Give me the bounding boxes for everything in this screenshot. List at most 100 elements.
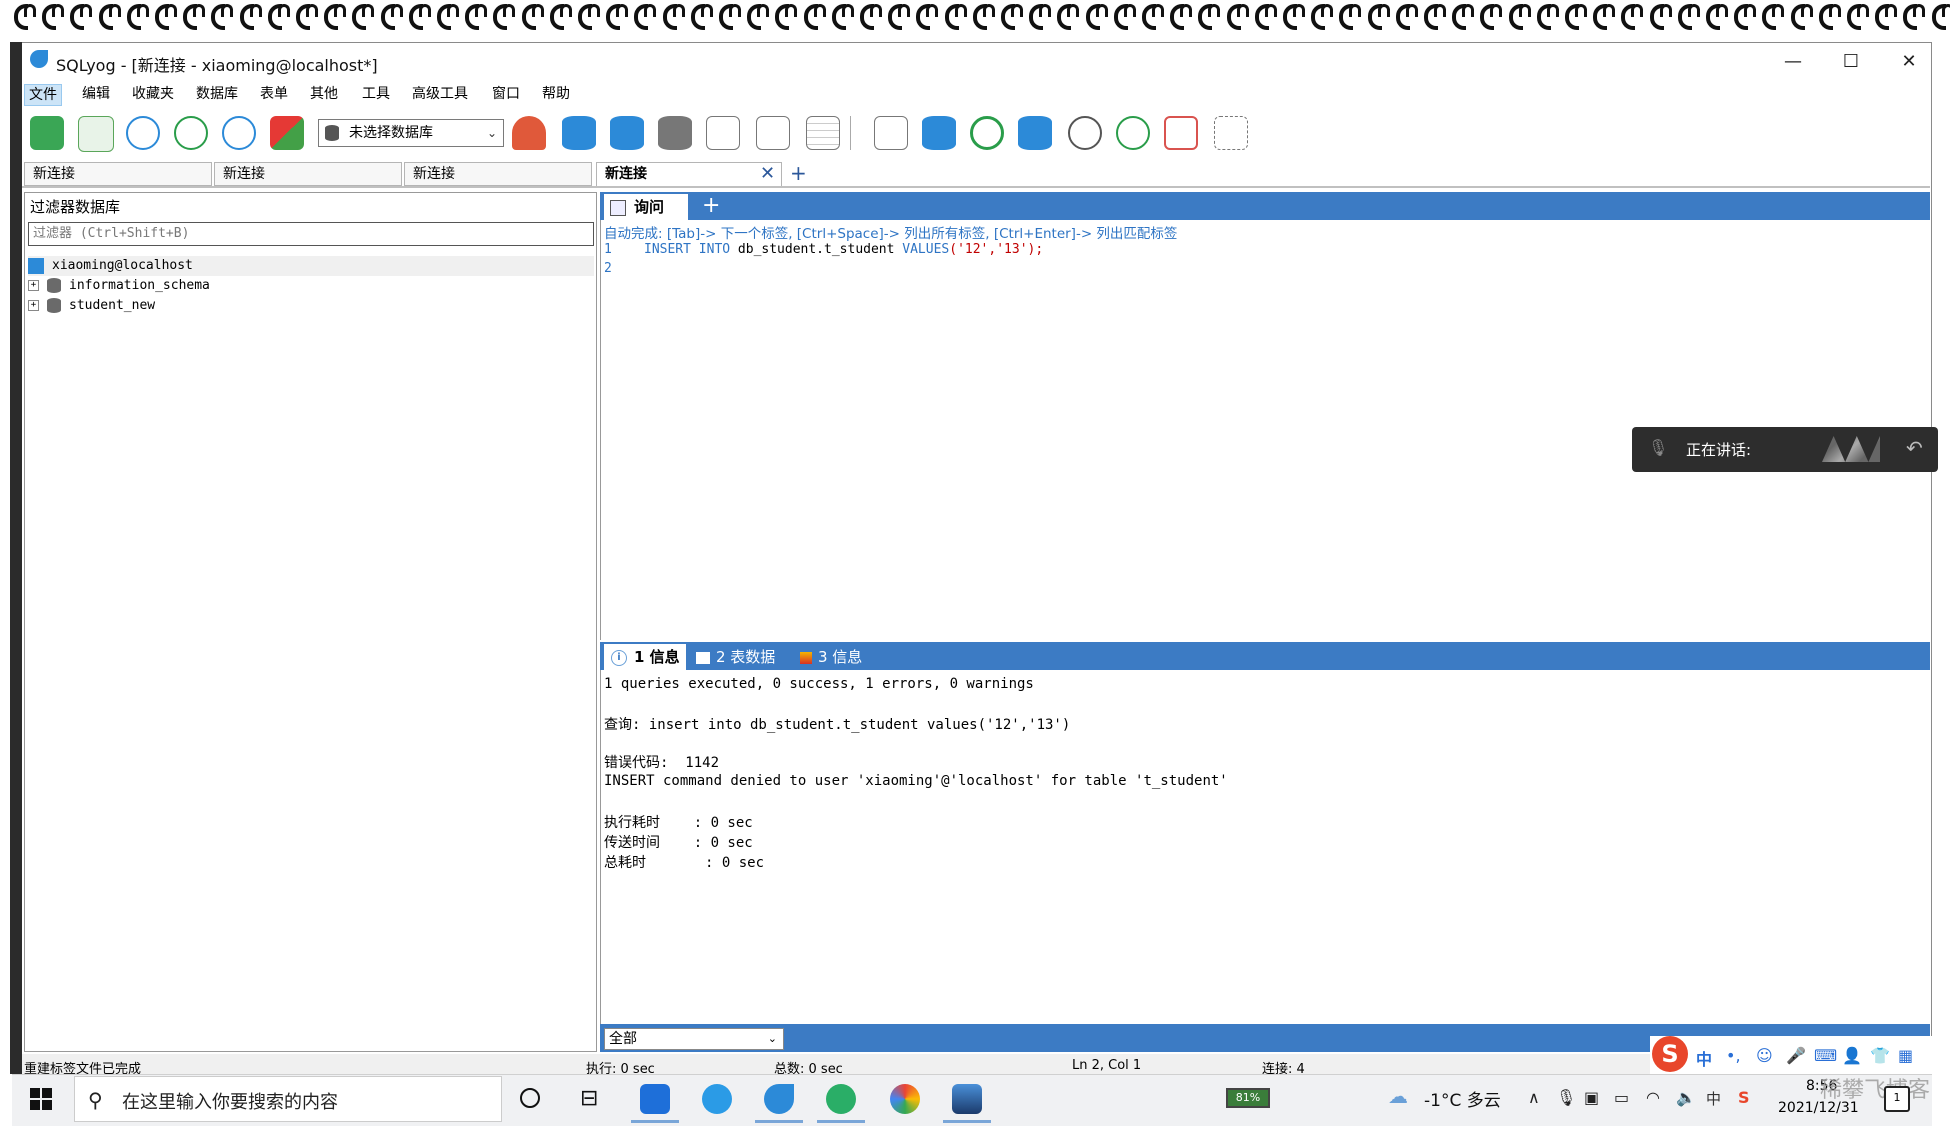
result-error-code: 错误代码: 1142 xyxy=(604,755,720,771)
tab-messages[interactable]: i1 信息 xyxy=(604,644,686,670)
refresh-icon[interactable] xyxy=(970,116,1004,150)
weather-text[interactable]: -1°C 多云 xyxy=(1424,1086,1501,1111)
maximize-button[interactable]: ☐ xyxy=(1828,48,1874,76)
execute-query-icon[interactable] xyxy=(126,116,160,150)
spiral-ring xyxy=(1706,4,1728,30)
menu-tools[interactable]: 工具 xyxy=(358,84,394,104)
menu-database[interactable]: 数据库 xyxy=(192,84,242,104)
close-window-button[interactable]: ✕ xyxy=(1886,48,1932,76)
connection-tab-3[interactable]: 新连接 xyxy=(404,162,592,186)
spiral-ring xyxy=(155,4,177,30)
user-icon[interactable]: 👤 xyxy=(1842,1046,1862,1065)
autocomplete-hint: 自动完成: [Tab]-> 下一个标签, [Ctrl+Space]-> 列出所有… xyxy=(604,226,1178,242)
battery-widget[interactable]: 81% xyxy=(1226,1088,1270,1108)
spiral-ring xyxy=(944,4,967,30)
cortana-icon[interactable] xyxy=(520,1088,540,1108)
task-view-icon[interactable]: ⊟ xyxy=(580,1086,598,1111)
spiral-ring xyxy=(42,4,65,30)
data-migration-icon[interactable] xyxy=(1214,116,1248,150)
tab-table-data[interactable]: 2 表数据 xyxy=(696,646,775,667)
close-tab-icon[interactable]: ✕ xyxy=(760,163,775,184)
result-total-time: 总耗时 : 0 sec xyxy=(604,855,765,871)
table-data-icon[interactable] xyxy=(756,116,790,150)
voice-input-icon[interactable]: 🎤 xyxy=(1786,1046,1806,1065)
back-arrow-icon[interactable]: ↶ xyxy=(1906,436,1923,460)
code-line-1[interactable]: 1 INSERT INTO db_student.t_student VALUES… xyxy=(604,242,1043,257)
toolbox-icon[interactable]: ▦ xyxy=(1898,1046,1913,1065)
filter-input[interactable]: 过滤器 (Ctrl+Shift+B) xyxy=(28,222,594,246)
display-icon[interactable]: ▣ xyxy=(1584,1088,1599,1107)
tree-item-information-schema[interactable]: + information_schema xyxy=(28,276,210,296)
connection-tab-1[interactable]: 新连接 xyxy=(24,162,212,186)
tree-item-student-new[interactable]: + student_new xyxy=(28,296,155,316)
new-query-icon[interactable] xyxy=(78,116,114,152)
import-database-icon[interactable] xyxy=(610,116,644,150)
sogou-tray-icon[interactable]: S xyxy=(1738,1088,1750,1107)
notification-center-icon[interactable]: 1 xyxy=(1884,1086,1910,1112)
expand-icon[interactable]: + xyxy=(28,280,39,291)
chevron-up-icon[interactable]: ∧ xyxy=(1528,1088,1540,1107)
minimize-button[interactable]: — xyxy=(1770,48,1816,76)
user-manager-icon[interactable] xyxy=(512,116,546,150)
menu-other[interactable]: 其他 xyxy=(306,84,342,104)
execute-all-icon[interactable] xyxy=(174,116,208,150)
menu-edit[interactable]: 编辑 xyxy=(78,84,114,104)
wechat-icon[interactable] xyxy=(826,1084,856,1114)
sqlyog-app-icon[interactable] xyxy=(764,1084,794,1114)
scheduled-job-icon[interactable] xyxy=(1068,116,1102,150)
notification-service-icon[interactable] xyxy=(1116,116,1150,150)
spiral-ring xyxy=(1734,4,1757,30)
chrome-browser-icon[interactable] xyxy=(890,1084,920,1114)
punctuation-icon[interactable]: •, xyxy=(1726,1046,1741,1065)
emoji-icon[interactable]: ☺ xyxy=(1756,1046,1773,1065)
connection-tab-active[interactable]: 新连接 xyxy=(596,162,782,186)
code-line-2[interactable]: 2 xyxy=(604,261,644,276)
menu-table[interactable]: 表单 xyxy=(256,84,292,104)
tab-query[interactable]: 询问 xyxy=(604,194,688,220)
schema-designer-icon[interactable] xyxy=(1164,116,1198,150)
add-tab-icon[interactable]: + xyxy=(790,161,807,185)
execute-edit-icon[interactable] xyxy=(222,116,256,150)
connection-tab-2[interactable]: 新连接 xyxy=(214,162,402,186)
sync-database-icon[interactable] xyxy=(922,116,956,150)
database-select[interactable]: 未选择数据库 ⌄ xyxy=(318,119,504,147)
tree-item-server[interactable]: xiaoming@localhost xyxy=(28,256,594,276)
menu-file[interactable]: 文件 xyxy=(24,84,62,106)
result-filter-select[interactable]: 全部 ⌄ xyxy=(604,1028,784,1050)
status-cursor-position: Ln 2, Col 1 xyxy=(1072,1058,1142,1073)
backup-database-icon[interactable] xyxy=(658,116,692,150)
query-builder-icon[interactable] xyxy=(874,116,908,150)
edge-browser-icon[interactable] xyxy=(702,1084,732,1114)
add-query-tab-button[interactable]: + xyxy=(702,193,720,218)
expand-icon[interactable]: + xyxy=(28,300,39,311)
stop-query-icon[interactable] xyxy=(270,116,304,150)
active-app-indicator xyxy=(631,1120,679,1123)
ime-language-toggle[interactable]: 中 xyxy=(1696,1046,1712,1070)
create-database-icon[interactable] xyxy=(562,116,596,150)
schema-sync-icon[interactable] xyxy=(1018,116,1052,150)
battery-icon[interactable]: ▭ xyxy=(1614,1088,1629,1107)
windows-start-icon[interactable] xyxy=(30,1088,52,1110)
spiral-ring xyxy=(1649,4,1672,30)
wifi-icon[interactable]: ◠ xyxy=(1646,1088,1660,1107)
table-structure-icon[interactable] xyxy=(706,116,740,150)
menu-help[interactable]: 帮助 xyxy=(538,84,574,104)
skin-icon[interactable]: 👕 xyxy=(1870,1046,1890,1065)
photos-app-icon[interactable] xyxy=(952,1084,982,1114)
tab-info[interactable]: 3 信息 xyxy=(800,646,862,667)
menu-advanced-tools[interactable]: 高级工具 xyxy=(408,84,472,104)
whiteboard-app-icon[interactable] xyxy=(640,1084,670,1114)
microphone-icon[interactable]: 🎙 xyxy=(1556,1088,1576,1107)
object-browser xyxy=(24,192,597,1052)
muted-mic-icon[interactable]: 🎙 xyxy=(1648,438,1668,460)
menu-window[interactable]: 窗口 xyxy=(488,84,524,104)
new-connection-icon[interactable] xyxy=(30,116,64,150)
menu-favorites[interactable]: 收藏夹 xyxy=(128,84,178,104)
grid-icon[interactable] xyxy=(806,116,840,150)
query-tab-bar xyxy=(600,192,1930,220)
volume-icon[interactable]: 🔈 xyxy=(1676,1088,1696,1107)
spiral-ring xyxy=(352,4,375,30)
sogou-logo-icon[interactable]: S xyxy=(1652,1036,1688,1072)
keyboard-icon[interactable]: ⌨ xyxy=(1814,1046,1837,1065)
input-language-indicator[interactable]: 中 xyxy=(1706,1088,1721,1109)
